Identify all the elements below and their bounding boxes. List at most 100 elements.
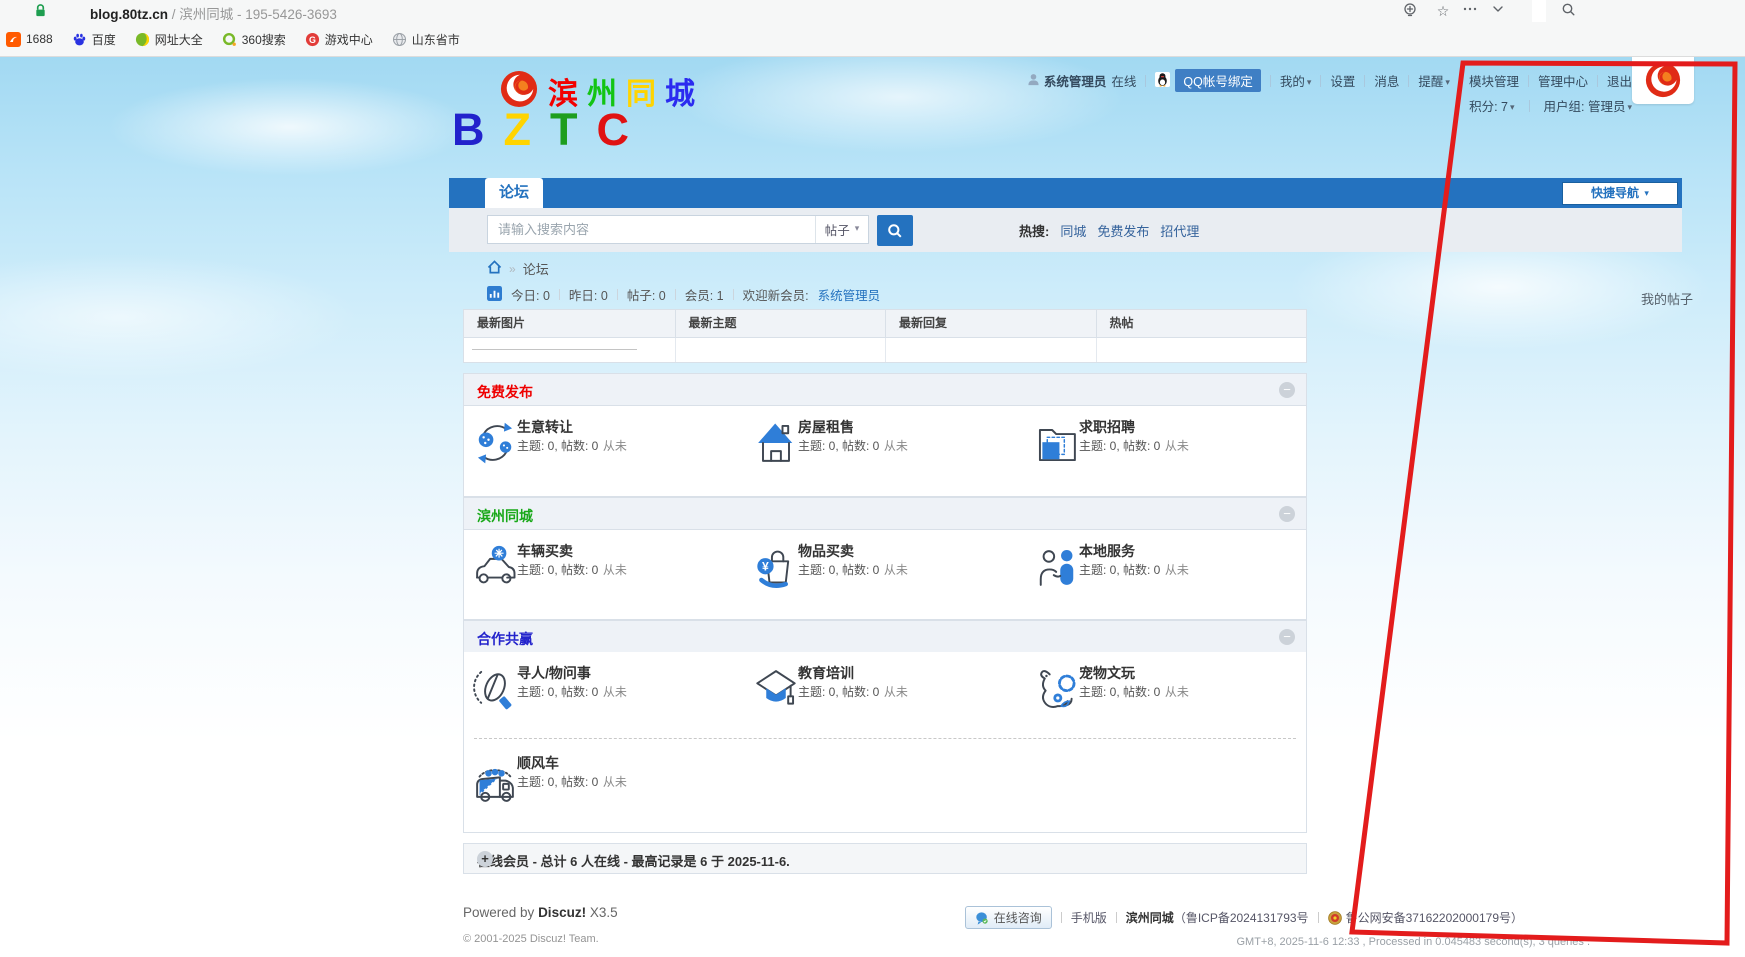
category-title[interactable]: 滨州同城 xyxy=(477,506,533,526)
collapse-button[interactable] xyxy=(1279,629,1295,645)
forum-jiaoyu[interactable]: 教育培训 主题: 0, 帖数: 0 从未 xyxy=(745,656,1026,740)
forum-xunren[interactable]: 寻人/物问事 主题: 0, 帖数: 0 从未 xyxy=(464,656,745,740)
mobile-version-link[interactable]: 手机版 xyxy=(1071,909,1107,926)
qq-bind-button[interactable]: QQ帐号绑定 xyxy=(1175,69,1260,92)
discuz-brand-link[interactable]: Discuz! xyxy=(538,905,586,920)
chevron-down-icon[interactable] xyxy=(1488,2,1508,20)
police-badge-icon xyxy=(1328,911,1342,925)
menu-module-admin[interactable]: 模块管理 xyxy=(1469,71,1519,90)
game-center-icon: G xyxy=(305,32,320,47)
hot-link-free-post[interactable]: 免费发布 xyxy=(1097,221,1149,240)
hot-link-tongcheng[interactable]: 同城 xyxy=(1060,221,1086,240)
search-input[interactable] xyxy=(488,216,815,243)
360-search-icon xyxy=(222,32,237,47)
username-link[interactable]: 系统管理员 xyxy=(1044,71,1107,90)
police-number-link[interactable]: 鲁公网安备37162202000179号） xyxy=(1346,909,1523,926)
menu-settings[interactable]: 设置 xyxy=(1330,71,1355,90)
qq-icon xyxy=(1155,72,1170,90)
menu-admin-center[interactable]: 管理中心 xyxy=(1538,71,1588,90)
my-posts-note[interactable]: 我的帖子 xyxy=(1641,289,1693,308)
menu-reminders[interactable]: 提醒 xyxy=(1418,71,1450,90)
credits-link[interactable]: 积分: 7 xyxy=(1469,96,1514,115)
bookmark-shandong[interactable]: 山东省市 xyxy=(392,31,460,48)
home-icon[interactable] xyxy=(487,260,502,277)
forum-stats: 主题: 0, 帖数: 0 xyxy=(798,563,879,577)
chevron-down-icon xyxy=(1307,77,1312,88)
usergroup-link[interactable]: 用户组: 管理员 xyxy=(1544,96,1632,115)
welcome-label: 欢迎新会员: xyxy=(743,285,809,304)
forum-wupin[interactable]: ¥ 物品买卖 主题: 0, 帖数: 0 从未 xyxy=(745,534,1026,618)
forum-name[interactable]: 求职招聘 xyxy=(1079,417,1189,437)
stat-members: 会员: 1 xyxy=(685,285,724,304)
quick-nav-button[interactable]: 快捷导航 xyxy=(1563,183,1677,204)
folder-icon[interactable] xyxy=(1031,414,1083,477)
icp-number[interactable]: （鲁ICP备2024131793号 xyxy=(1174,911,1309,925)
forum-shunfengche[interactable]: 顺风车 主题: 0, 帖数: 0 从未 xyxy=(464,746,745,830)
expand-button[interactable] xyxy=(477,851,493,867)
more-menu-icon[interactable] xyxy=(1460,2,1480,20)
tab-forum[interactable]: 论坛 xyxy=(485,178,543,208)
category-title[interactable]: 合作共赢 xyxy=(477,629,533,649)
people-icon[interactable] xyxy=(1031,538,1083,601)
transfer-icon[interactable] xyxy=(469,414,521,477)
favorites-star-icon[interactable]: ☆ xyxy=(1433,2,1453,20)
pet-icon[interactable] xyxy=(1031,660,1083,723)
forum-lastpost: 从未 xyxy=(884,685,908,699)
forum-name[interactable]: 教育培训 xyxy=(798,663,908,683)
forum-bendi[interactable]: 本地服务 主题: 0, 帖数: 0 从未 xyxy=(1026,534,1307,618)
chevron-down-icon xyxy=(1627,102,1632,113)
latest-topics-cell xyxy=(675,338,886,362)
forum-name[interactable]: 顺风车 xyxy=(517,753,627,773)
hot-link-agent[interactable]: 招代理 xyxy=(1160,221,1199,240)
forum-qiuzhi[interactable]: 求职招聘 主题: 0, 帖数: 0 从未 xyxy=(1026,410,1307,494)
forum-name[interactable]: 本地服务 xyxy=(1079,541,1189,561)
browser-url-bar[interactable]: blog.80tz.cn / 滨州同城 - 195-5426-3693 ☆ xyxy=(0,0,1745,22)
col-latest-images[interactable]: 最新图片 xyxy=(464,310,675,337)
forum-name[interactable]: 生意转让 xyxy=(517,417,627,437)
forum-shengyi[interactable]: 生意转让 主题: 0, 帖数: 0 从未 xyxy=(464,410,745,494)
col-latest-replies[interactable]: 最新回复 xyxy=(885,310,1096,337)
bookmark-baidu[interactable]: 百度 xyxy=(72,31,116,48)
forum-name[interactable]: 宠物文玩 xyxy=(1079,663,1189,683)
forum-fangwu[interactable]: 房屋租售 主题: 0, 帖数: 0 从未 xyxy=(745,410,1026,494)
menu-logout[interactable]: 退出 xyxy=(1607,71,1632,90)
education-icon[interactable] xyxy=(750,660,802,723)
bookmark-1688[interactable]: 1688 xyxy=(6,32,53,47)
search-button[interactable] xyxy=(877,215,913,246)
search-scope-select[interactable]: 帖子 xyxy=(815,216,868,243)
col-latest-topics[interactable]: 最新主题 xyxy=(675,310,886,337)
welcome-user-link[interactable]: 系统管理员 xyxy=(818,285,881,304)
forum-chongwu[interactable]: 宠物文玩 主题: 0, 帖数: 0 从未 xyxy=(1026,656,1307,740)
car-icon[interactable] xyxy=(469,538,521,601)
carpool-icon[interactable] xyxy=(469,750,521,813)
online-consult-button[interactable]: 在线咨询 xyxy=(965,906,1052,929)
sidebar-search-icon[interactable] xyxy=(1558,2,1578,20)
seek-icon[interactable] xyxy=(469,660,521,723)
bookmark-game-center[interactable]: G 游戏中心 xyxy=(305,31,373,48)
forum-lastpost: 从未 xyxy=(603,439,627,453)
category-title[interactable]: 免费发布 xyxy=(477,382,533,402)
online-status: 在线 xyxy=(1111,71,1136,90)
bookmark-nav-site[interactable]: 网址大全 xyxy=(135,31,203,48)
forum-name[interactable]: 车辆买卖 xyxy=(517,541,627,561)
forum-cheliang[interactable]: 车辆买卖 主题: 0, 帖数: 0 从未 xyxy=(464,534,745,618)
user-icon xyxy=(1027,73,1040,89)
forum-name[interactable]: 房屋租售 xyxy=(798,417,908,437)
collapse-button[interactable] xyxy=(1279,506,1295,522)
breadcrumb-current[interactable]: 论坛 xyxy=(523,259,549,278)
user-avatar[interactable] xyxy=(1632,57,1694,104)
col-hot-posts[interactable]: 热帖 xyxy=(1096,310,1307,337)
collections-icon[interactable] xyxy=(1400,2,1420,20)
bookmark-360-search[interactable]: 360搜索 xyxy=(222,31,286,48)
house-icon[interactable] xyxy=(750,414,802,477)
menu-messages[interactable]: 消息 xyxy=(1374,71,1399,90)
bag-icon[interactable]: ¥ xyxy=(750,538,802,601)
hot-posts-cell xyxy=(1096,338,1307,362)
forum-name[interactable]: 物品买卖 xyxy=(798,541,908,561)
latest-board-table: 最新图片 最新主题 最新回复 热帖 xyxy=(463,309,1307,363)
forum-stats: 主题: 0, 帖数: 0 xyxy=(517,563,598,577)
collapse-button[interactable] xyxy=(1279,382,1295,398)
forum-stats: 主题: 0, 帖数: 0 xyxy=(798,439,879,453)
forum-name[interactable]: 寻人/物问事 xyxy=(517,663,627,683)
menu-my[interactable]: 我的 xyxy=(1280,71,1312,90)
